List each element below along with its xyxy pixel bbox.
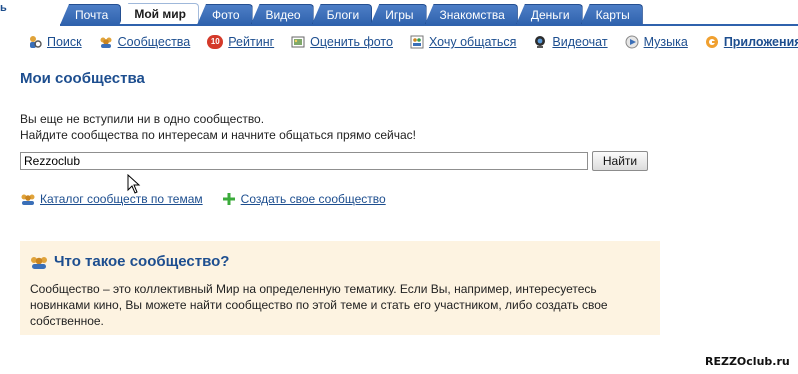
infobox-line-3: собственное. — [30, 314, 104, 328]
tab-photo[interactable]: Фото — [196, 4, 253, 25]
main-tabs: Почта Мой мир Фото Видео Блоги Игры Знак… — [60, 3, 643, 25]
find-button[interactable]: Найти — [592, 151, 648, 171]
infobox-header: Что такое сообщество? — [30, 253, 229, 270]
catalog-link-item[interactable]: Каталог сообществ по темам — [20, 192, 203, 206]
tab-dating[interactable]: Знакомства — [424, 4, 518, 25]
mouse-pointer-icon — [127, 174, 141, 194]
tab-my-world[interactable]: Мой мир — [119, 3, 199, 25]
catalog-link[interactable]: Каталог сообществ по темам — [40, 192, 203, 206]
subnav-item-communities[interactable]: Сообщества — [99, 35, 191, 49]
communities-icon — [99, 35, 113, 49]
tab-mail[interactable]: Почта — [60, 4, 122, 25]
subnav-link-communities[interactable]: Сообщества — [118, 35, 191, 49]
subnav-link-rating[interactable]: Рейтинг — [228, 35, 274, 49]
infobox-line-1: Сообщество – это коллективный Мир на опр… — [30, 282, 597, 296]
subnav-link-apps[interactable]: Приложения — [724, 35, 798, 49]
subnav-link-music[interactable]: Музыка — [644, 35, 688, 49]
subnav-item-search[interactable]: Поиск — [28, 35, 82, 49]
subnav-item-videochat[interactable]: Видеочат — [533, 35, 608, 49]
photo-rate-icon — [291, 35, 305, 49]
subnav-link-search[interactable]: Поиск — [47, 35, 82, 49]
tab-video[interactable]: Видео — [250, 4, 314, 25]
subnav-link-want-chat[interactable]: Хочу общаться — [429, 35, 516, 49]
subnav-item-apps[interactable]: Приложения — [705, 35, 798, 49]
truncated-edge-text: ь — [0, 2, 7, 14]
watermark: REZZOclub.ru — [705, 355, 790, 368]
rating-icon: 10 — [207, 35, 224, 49]
create-community-link-item[interactable]: Создать свое сообщество — [222, 192, 386, 206]
communities-icon — [21, 194, 35, 205]
plus-icon — [222, 193, 235, 205]
tab-games[interactable]: Игры — [370, 4, 427, 25]
tabs-underline — [60, 24, 798, 26]
webcam-icon — [533, 35, 547, 49]
communities-icon — [31, 256, 47, 269]
subnav-item-rating[interactable]: 10 Рейтинг — [207, 35, 274, 49]
what-is-community-box: Что такое сообщество? Сообщество – это к… — [20, 241, 660, 335]
search-people-icon — [28, 35, 42, 49]
community-links: Каталог сообществ по темам Создать свое … — [20, 192, 406, 206]
create-community-link[interactable]: Создать свое сообщество — [241, 192, 386, 206]
infobox-title: Что такое сообщество? — [54, 253, 230, 270]
empty-state-text: Вы еще не вступили ни в одно сообщество.… — [20, 111, 416, 143]
tab-blogs[interactable]: Блоги — [311, 4, 373, 25]
music-icon — [625, 35, 639, 49]
chat-icon — [410, 35, 424, 49]
subnav-link-rate-photo[interactable]: Оценить фото — [310, 35, 393, 49]
tab-money[interactable]: Деньги — [515, 4, 583, 25]
tab-maps[interactable]: Карты — [580, 4, 643, 25]
empty-state-line-1: Вы еще не вступили ни в одно сообщество. — [20, 112, 265, 126]
page-title: Мои сообщества — [20, 70, 145, 87]
apps-icon — [705, 35, 719, 49]
subnav-item-music[interactable]: Музыка — [625, 35, 688, 49]
infobox-description: Сообщество – это коллективный Мир на опр… — [30, 281, 640, 329]
subnav-item-rate-photo[interactable]: Оценить фото — [291, 35, 393, 49]
empty-state-line-2: Найдите сообщества по интересам и начнит… — [20, 128, 416, 142]
community-search-input[interactable] — [20, 152, 588, 170]
top-tab-bar: ь Почта Мой мир Фото Видео Блоги Игры Зн… — [0, 0, 798, 26]
subnav-link-videochat[interactable]: Видеочат — [552, 35, 607, 49]
infobox-line-2: новинками кино, Вы можете найти сообщест… — [30, 298, 608, 312]
sub-navigation: Поиск Сообщества 10 Рейтинг Оценить фото… — [28, 34, 798, 50]
subnav-item-want-chat[interactable]: Хочу общаться — [410, 35, 516, 49]
